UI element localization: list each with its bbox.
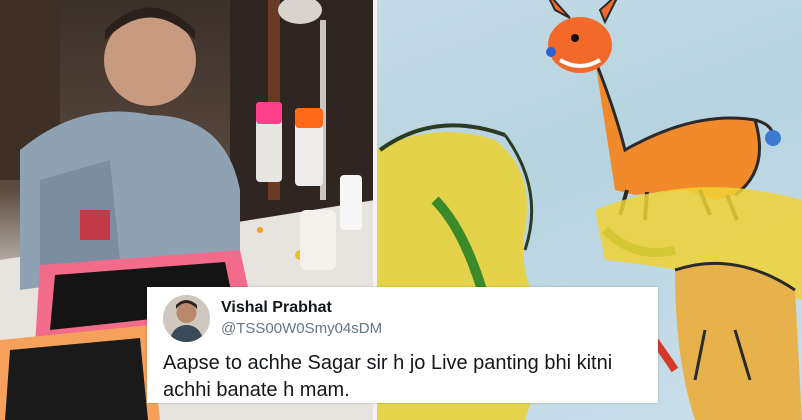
tweet-author-name[interactable]: Vishal Prabhat	[221, 299, 332, 317]
avatar-photo-icon	[163, 295, 210, 342]
tweet-author-handle[interactable]: @TSS00W0Smy04sDM	[221, 320, 382, 337]
avatar[interactable]	[163, 295, 210, 342]
tweet-card[interactable]: Vishal Prabhat @TSS00W0Smy04sDM Aapse to…	[147, 287, 658, 403]
tweet-text: Aapse to achhe Sagar sir h jo Live panti…	[163, 352, 613, 401]
